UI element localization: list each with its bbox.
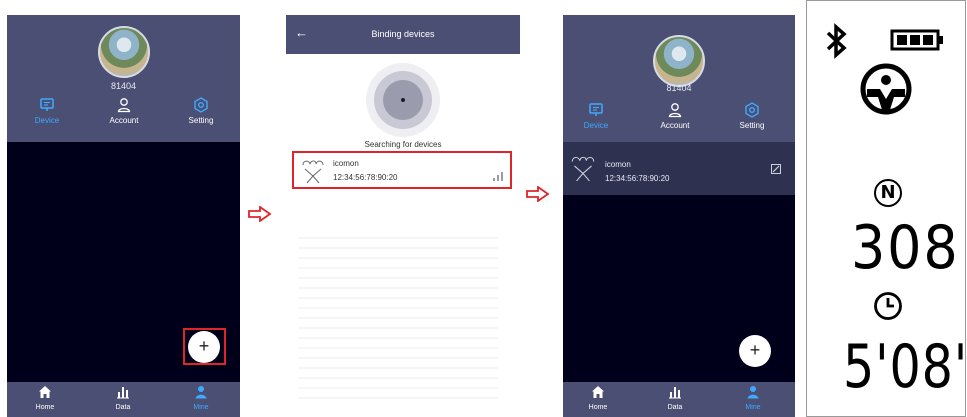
- tab-device[interactable]: Device: [566, 102, 626, 130]
- home-icon: [592, 386, 604, 398]
- page-title: Binding devices: [371, 29, 435, 39]
- tab-setting-label: Setting: [739, 121, 765, 130]
- device-mac: 12:34:56:78:90:20: [605, 174, 670, 183]
- avatar[interactable]: [97, 26, 150, 78]
- nav-home[interactable]: Home: [578, 385, 618, 411]
- n-symbol: N: [880, 182, 896, 203]
- tab-account[interactable]: Account: [94, 97, 154, 125]
- nav-mine[interactable]: Mine: [733, 385, 773, 411]
- tab-device-label: Device: [34, 116, 60, 125]
- nav-mine-label: Mine: [745, 404, 761, 411]
- account-icon: [668, 103, 682, 118]
- n-indicator: N: [874, 179, 902, 207]
- tab-setting[interactable]: Setting: [171, 97, 231, 125]
- device-mac: 12:34:56:78:90:20: [333, 173, 398, 182]
- tab-setting[interactable]: Setting: [722, 102, 782, 130]
- radar-scan-icon: [366, 63, 440, 137]
- nav-mine-label: Mine: [193, 404, 209, 411]
- device-name: icomon: [605, 160, 631, 169]
- screen-device-list-bound: 81404 Device Account Setting icomon 12:3…: [563, 15, 795, 417]
- tab-account-label: Account: [660, 121, 690, 130]
- add-device-button[interactable]: +: [188, 331, 220, 363]
- nav-home-label: Home: [35, 404, 55, 411]
- nav-data[interactable]: Data: [655, 385, 695, 411]
- device-icon: [40, 98, 54, 111]
- edit-icon[interactable]: [771, 164, 781, 174]
- device-icon: [589, 103, 603, 116]
- clock-icon: [874, 292, 902, 320]
- username: 81404: [666, 83, 692, 93]
- found-device-row[interactable]: icomon 12:34:56:78:90:20: [295, 154, 509, 186]
- nav-data[interactable]: Data: [103, 385, 143, 411]
- person-icon: [860, 63, 912, 115]
- empty-list-area: [298, 229, 498, 399]
- data-chart-icon: [117, 387, 129, 399]
- add-device-button[interactable]: +: [739, 335, 771, 367]
- mine-person-icon: [747, 386, 759, 399]
- nav-mine[interactable]: Mine: [181, 385, 221, 411]
- tab-account[interactable]: Account: [645, 102, 705, 130]
- screen-device-list-empty: 81404 Device Account Setting + Home Data…: [7, 15, 240, 417]
- profile-header: 81404 Device Account Setting: [563, 15, 795, 142]
- bound-device-row[interactable]: icomon 12:34:56:78:90:20: [563, 142, 795, 195]
- time-readout: 5'08'': [843, 332, 965, 402]
- tab-setting-label: Setting: [188, 116, 214, 125]
- scale-device-icon: [571, 156, 595, 182]
- device-lcd-display: N 308 5'08'': [806, 0, 966, 417]
- bottom-nav: Home Data Mine: [7, 382, 240, 417]
- device-name: icomon: [333, 159, 359, 168]
- username: 81404: [110, 81, 137, 91]
- home-icon: [39, 386, 51, 398]
- nav-home[interactable]: Home: [25, 385, 65, 411]
- count-readout: 308: [851, 213, 960, 283]
- nav-data-label: Data: [667, 404, 683, 411]
- tab-device-label: Device: [583, 121, 609, 130]
- bluetooth-icon: [826, 23, 847, 59]
- screen-binding-devices: ← Binding devices Searching for devices …: [286, 15, 520, 417]
- avatar[interactable]: [653, 35, 705, 87]
- searching-status: Searching for devices: [364, 140, 442, 149]
- signal-strength-icon: [493, 172, 503, 181]
- flow-arrow-icon: [248, 206, 272, 222]
- nav-home-label: Home: [588, 404, 608, 411]
- nav-data-label: Data: [115, 404, 131, 411]
- mine-person-icon: [195, 386, 207, 399]
- binding-body: Searching for devices icomon 12:34:56:78…: [286, 54, 520, 417]
- bottom-nav: Home Data Mine: [563, 382, 795, 417]
- tab-device[interactable]: Device: [17, 97, 77, 125]
- scale-device-icon: [302, 160, 324, 184]
- profile-header: 81404 Device Account Setting: [7, 15, 240, 142]
- data-chart-icon: [669, 387, 681, 399]
- setting-icon: [745, 102, 759, 118]
- setting-icon: [194, 97, 208, 113]
- account-icon: [117, 98, 131, 113]
- flow-arrow-icon: [526, 186, 550, 202]
- top-bar: ← Binding devices: [286, 15, 520, 54]
- tab-account-label: Account: [109, 116, 139, 125]
- battery-icon: [890, 29, 943, 51]
